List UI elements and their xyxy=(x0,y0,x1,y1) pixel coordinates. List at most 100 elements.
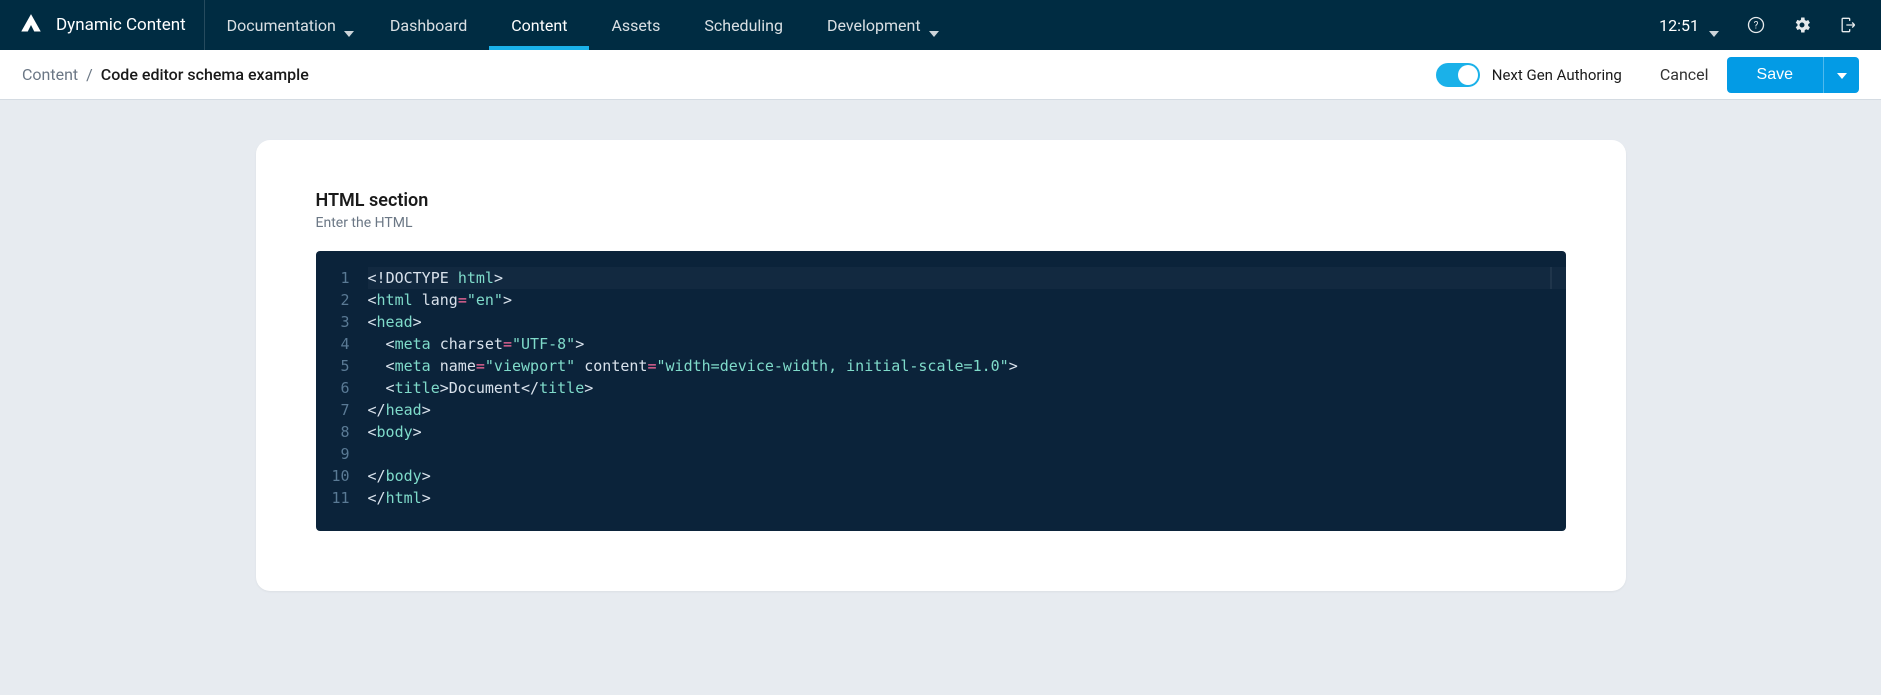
code-line[interactable]: <!DOCTYPE html> xyxy=(368,267,1566,289)
code-line[interactable]: <meta charset="UTF-8"> xyxy=(368,333,1566,355)
save-button-group: Save xyxy=(1727,57,1859,93)
code-token: > xyxy=(494,269,503,287)
code-token: <! xyxy=(368,269,386,287)
nav-dashboard[interactable]: Dashboard xyxy=(368,0,489,50)
code-token xyxy=(431,357,440,375)
code-token: html xyxy=(458,269,494,287)
code-line[interactable]: </body> xyxy=(368,465,1566,487)
code-line[interactable]: <body> xyxy=(368,421,1566,443)
code-token: </ xyxy=(368,489,386,507)
authoring-toggle[interactable] xyxy=(1436,63,1480,87)
code-token xyxy=(431,335,440,353)
authoring-toggle-wrap: Next Gen Authoring xyxy=(1436,63,1622,87)
code-line[interactable] xyxy=(368,443,1566,465)
code-token: > xyxy=(422,401,431,419)
code-token: > xyxy=(1009,357,1018,375)
code-token: > xyxy=(413,423,422,441)
line-number: 11 xyxy=(316,487,350,509)
line-number: 1 xyxy=(316,267,350,289)
code-token: > xyxy=(503,291,512,309)
line-number: 9 xyxy=(316,443,350,465)
code-token: < xyxy=(368,357,395,375)
code-token: > xyxy=(422,467,431,485)
code-token: body xyxy=(377,423,413,441)
nav-scheduling-label: Scheduling xyxy=(704,16,783,35)
code-token: lang xyxy=(422,291,458,309)
line-number: 3 xyxy=(316,311,350,333)
code-token: head xyxy=(386,401,422,419)
code-token xyxy=(575,357,584,375)
code-token: </ xyxy=(368,401,386,419)
section-title: HTML section xyxy=(316,190,1566,211)
code-token: > xyxy=(422,489,431,507)
nav-content[interactable]: Content xyxy=(489,0,589,50)
chevron-down-icon xyxy=(344,22,354,28)
code-line[interactable]: <html lang="en"> xyxy=(368,289,1566,311)
line-number: 5 xyxy=(316,355,350,377)
nav-documentation[interactable]: Documentation xyxy=(205,0,368,50)
code-line[interactable]: <head> xyxy=(368,311,1566,333)
code-token: < xyxy=(368,335,395,353)
code-token: > xyxy=(575,335,584,353)
svg-text:?: ? xyxy=(1754,20,1759,31)
nav-development-label: Development xyxy=(827,16,921,35)
brand-area: Dynamic Content xyxy=(0,0,205,50)
line-number: 2 xyxy=(316,289,350,311)
code-token: "width=device-width, initial-scale=1.0" xyxy=(657,357,1009,375)
primary-nav: Documentation Dashboard Content Assets S… xyxy=(205,0,953,50)
code-token: title xyxy=(395,379,440,397)
code-token: html xyxy=(386,489,422,507)
help-icon[interactable]: ? xyxy=(1735,4,1777,46)
line-number: 6 xyxy=(316,377,350,399)
save-button[interactable]: Save xyxy=(1727,57,1823,93)
code-token: = xyxy=(458,291,467,309)
line-number-gutter: 1234567891011 xyxy=(316,267,364,515)
app-logo-icon[interactable] xyxy=(18,12,44,38)
line-number: 8 xyxy=(316,421,350,443)
nav-scheduling[interactable]: Scheduling xyxy=(682,0,805,50)
save-dropdown[interactable] xyxy=(1823,57,1859,93)
breadcrumb-root[interactable]: Content xyxy=(22,65,78,84)
gear-icon[interactable] xyxy=(1781,4,1823,46)
code-editor[interactable]: 1234567891011 <!DOCTYPE html><html lang=… xyxy=(316,251,1566,531)
code-line[interactable]: <title>Document</title> xyxy=(368,377,1566,399)
line-number: 4 xyxy=(316,333,350,355)
code-line[interactable]: <meta name="viewport" content="width=dev… xyxy=(368,355,1566,377)
nav-dashboard-label: Dashboard xyxy=(390,16,467,35)
subbar: Content / Code editor schema example Nex… xyxy=(0,50,1881,100)
code-token: title xyxy=(539,379,584,397)
breadcrumb: Content / Code editor schema example xyxy=(22,65,309,84)
cancel-button[interactable]: Cancel xyxy=(1660,65,1709,84)
line-number: 10 xyxy=(316,465,350,487)
code-token: DOCTYPE xyxy=(386,269,449,287)
code-token: < xyxy=(368,291,377,309)
code-token: content xyxy=(584,357,647,375)
code-token: < xyxy=(368,379,395,397)
nav-assets[interactable]: Assets xyxy=(589,0,682,50)
code-line[interactable]: </html> xyxy=(368,487,1566,509)
line-number: 7 xyxy=(316,399,350,421)
content-area: HTML section Enter the HTML 123456789101… xyxy=(0,100,1881,591)
code-token: = xyxy=(476,357,485,375)
code-token: body xyxy=(386,467,422,485)
code-token: </ xyxy=(368,467,386,485)
code-token: > xyxy=(413,313,422,331)
chevron-down-icon xyxy=(1709,22,1719,28)
clock-dropdown[interactable]: 12:51 xyxy=(1647,16,1731,35)
nav-documentation-label: Documentation xyxy=(227,16,336,35)
editor-card: HTML section Enter the HTML 123456789101… xyxy=(256,140,1626,591)
code-line[interactable]: </head> xyxy=(368,399,1566,421)
code-token: < xyxy=(368,313,377,331)
logout-icon[interactable] xyxy=(1827,4,1869,46)
code-token: < xyxy=(368,423,377,441)
nav-assets-label: Assets xyxy=(611,16,660,35)
code-content[interactable]: <!DOCTYPE html><html lang="en"><head> <m… xyxy=(364,267,1566,515)
code-token: = xyxy=(647,357,656,375)
chevron-down-icon xyxy=(1837,67,1847,82)
code-token: </ xyxy=(521,379,539,397)
code-token: > xyxy=(584,379,593,397)
code-token: name xyxy=(440,357,476,375)
nav-development[interactable]: Development xyxy=(805,0,953,50)
breadcrumb-separator: / xyxy=(86,65,93,84)
brand-label: Dynamic Content xyxy=(56,15,186,35)
